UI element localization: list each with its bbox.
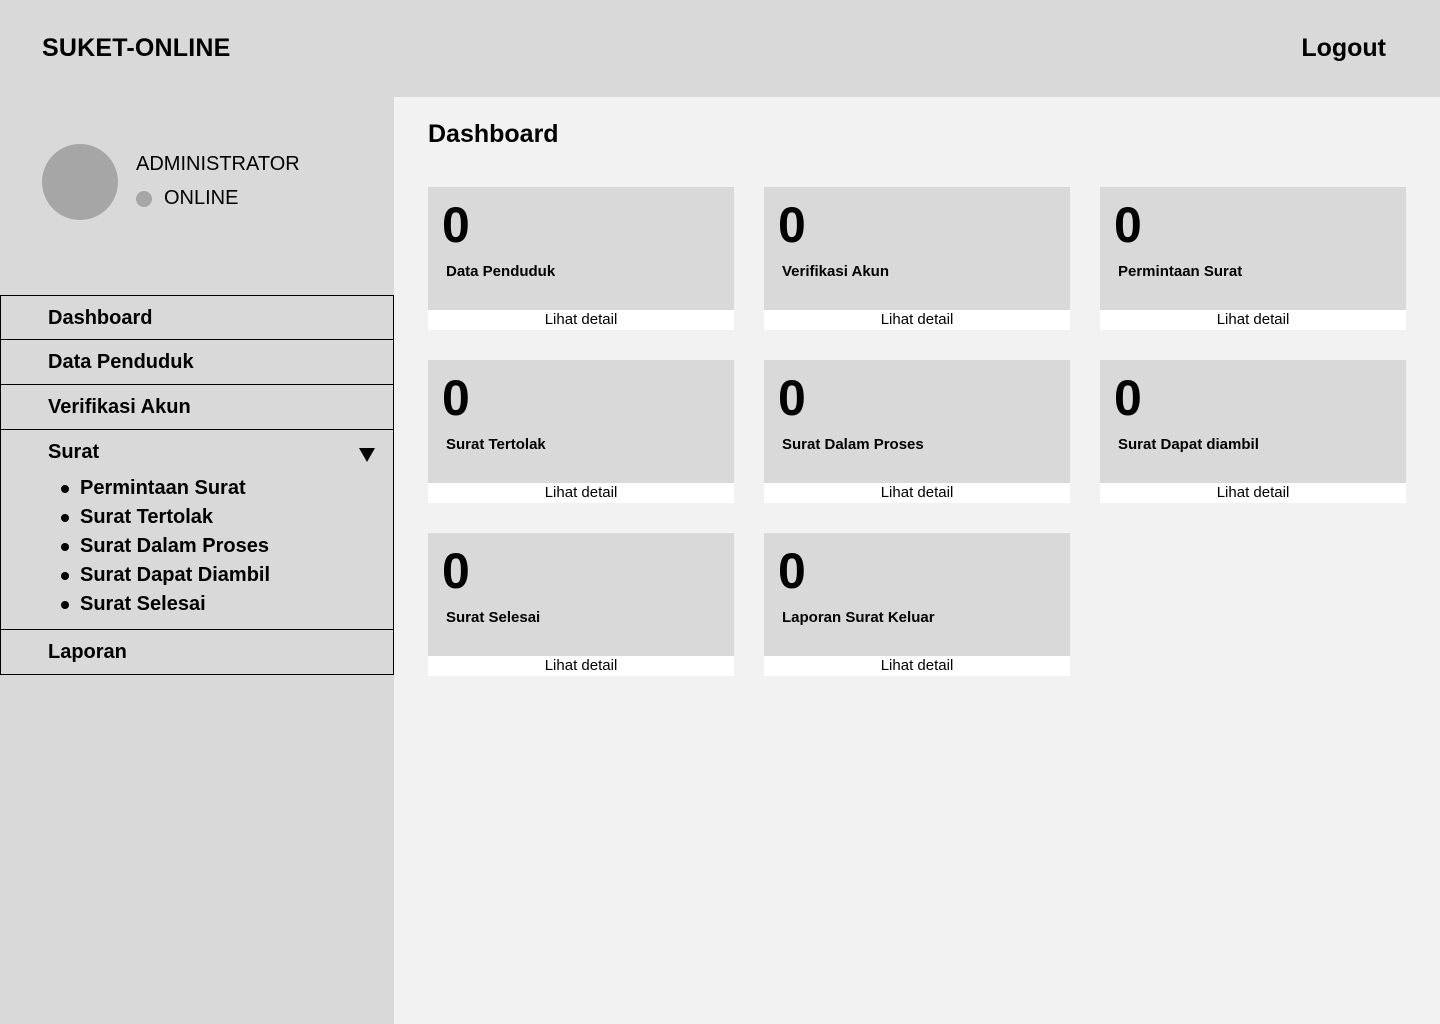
stat-label: Data Penduduk [446,263,556,280]
stat-label: Surat Tertolak [446,436,546,453]
stat-card-body: 0 Laporan Surat Keluar [764,533,1070,656]
submenu-item-label: Surat Tertolak [80,506,213,528]
surat-submenu: Permintaan Surat Surat Tertolak Surat Da… [1,474,393,619]
stat-count: 0 [1114,197,1142,253]
stat-card-data-penduduk: 0 Data Penduduk Lihat detail [428,187,734,330]
lihat-detail-link[interactable]: Lihat detail [764,310,1070,330]
stat-count: 0 [442,197,470,253]
sidebar-item-surat-label: Surat [48,441,100,463]
stat-card-body: 0 Surat Dalam Proses [764,360,1070,483]
stat-count: 0 [778,543,806,599]
stat-card-permintaan-surat: 0 Permintaan Surat Lihat detail [1100,187,1406,330]
stat-count: 0 [778,370,806,426]
stat-card-body: 0 Verifikasi Akun [764,187,1070,310]
sidebar-item-data-penduduk[interactable]: Data Penduduk [0,340,394,385]
avatar [42,144,118,220]
stat-card-body: 0 Surat Tertolak [428,360,734,483]
stat-card-body: 0 Permintaan Surat [1100,187,1406,310]
submenu-item-label: Surat Dapat Diambil [80,564,271,586]
bullet-icon [61,543,69,551]
lihat-detail-link[interactable]: Lihat detail [1100,483,1406,503]
bullet-icon [61,601,69,609]
submenu-item-surat-selesai[interactable]: Surat Selesai [61,590,393,619]
stat-count: 0 [442,543,470,599]
lihat-detail-link[interactable]: Lihat detail [428,483,734,503]
stat-card-surat-selesai: 0 Surat Selesai Lihat detail [428,533,734,676]
sidebar-item-dashboard[interactable]: Dashboard [0,295,394,340]
stat-label: Surat Dapat diambil [1118,436,1259,453]
submenu-item-label: Permintaan Surat [80,477,246,499]
stat-count: 0 [1114,370,1142,426]
stat-label: Permintaan Surat [1118,263,1243,280]
stat-label: Laporan Surat Keluar [782,609,935,626]
stat-count: 0 [442,370,470,426]
user-name: ADMINISTRATOR [136,153,300,175]
sidebar: ADMINISTRATOR ONLINE Dashboard Data Pend… [0,97,394,1024]
stat-card-surat-dalam-proses: 0 Surat Dalam Proses Lihat detail [764,360,1070,503]
sidebar-nav: Dashboard Data Penduduk Verifikasi Akun … [0,295,394,675]
stat-label: Verifikasi Akun [782,263,889,280]
lihat-detail-link[interactable]: Lihat detail [764,656,1070,676]
triangle-down-icon[interactable] [359,448,375,462]
stat-card-verifikasi-akun: 0 Verifikasi Akun Lihat detail [764,187,1070,330]
stat-label: Surat Dalam Proses [782,436,924,453]
submenu-item-surat-dalam-proses[interactable]: Surat Dalam Proses [61,532,393,561]
stat-card-body: 0 Surat Dapat diambil [1100,360,1406,483]
stat-count: 0 [778,197,806,253]
sidebar-item-verifikasi-akun[interactable]: Verifikasi Akun [0,385,394,430]
bullet-icon [61,485,69,493]
stat-card-body: 0 Data Penduduk [428,187,734,310]
submenu-item-label: Surat Selesai [80,593,206,615]
stat-label: Surat Selesai [446,609,541,626]
bullet-icon [61,572,69,580]
submenu-item-permintaan-surat[interactable]: Permintaan Surat [61,474,393,503]
sidebar-item-laporan[interactable]: Laporan [0,630,394,675]
lihat-detail-link[interactable]: Lihat detail [764,483,1070,503]
stat-cards: 0 Data Penduduk Lihat detail 0 Verifikas… [428,187,1406,676]
stat-card-body: 0 Surat Selesai [428,533,734,656]
logout-button[interactable]: Logout [1301,34,1386,63]
status-dot-icon [136,191,152,207]
user-status: ONLINE [164,187,239,209]
submenu-item-surat-tertolak[interactable]: Surat Tertolak [61,503,393,532]
submenu-item-surat-dapat-diambil[interactable]: Surat Dapat Diambil [61,561,393,590]
sidebar-group-surat: Surat Permintaan Surat Surat Tertolak Su… [0,430,394,630]
page-title: Dashboard [428,120,559,148]
bullet-icon [61,514,69,522]
lihat-detail-link[interactable]: Lihat detail [428,310,734,330]
stat-card-surat-tertolak: 0 Surat Tertolak Lihat detail [428,360,734,503]
top-bar: SUKET-ONLINE Logout [0,0,1440,97]
submenu-item-label: Surat Dalam Proses [80,535,269,557]
lihat-detail-link[interactable]: Lihat detail [1100,310,1406,330]
app-brand: SUKET-ONLINE [42,34,231,62]
sidebar-item-surat[interactable]: Surat [1,430,393,474]
stat-card-surat-dapat-diambil: 0 Surat Dapat diambil Lihat detail [1100,360,1406,503]
lihat-detail-link[interactable]: Lihat detail [428,656,734,676]
stat-card-laporan-surat-keluar: 0 Laporan Surat Keluar Lihat detail [764,533,1070,676]
